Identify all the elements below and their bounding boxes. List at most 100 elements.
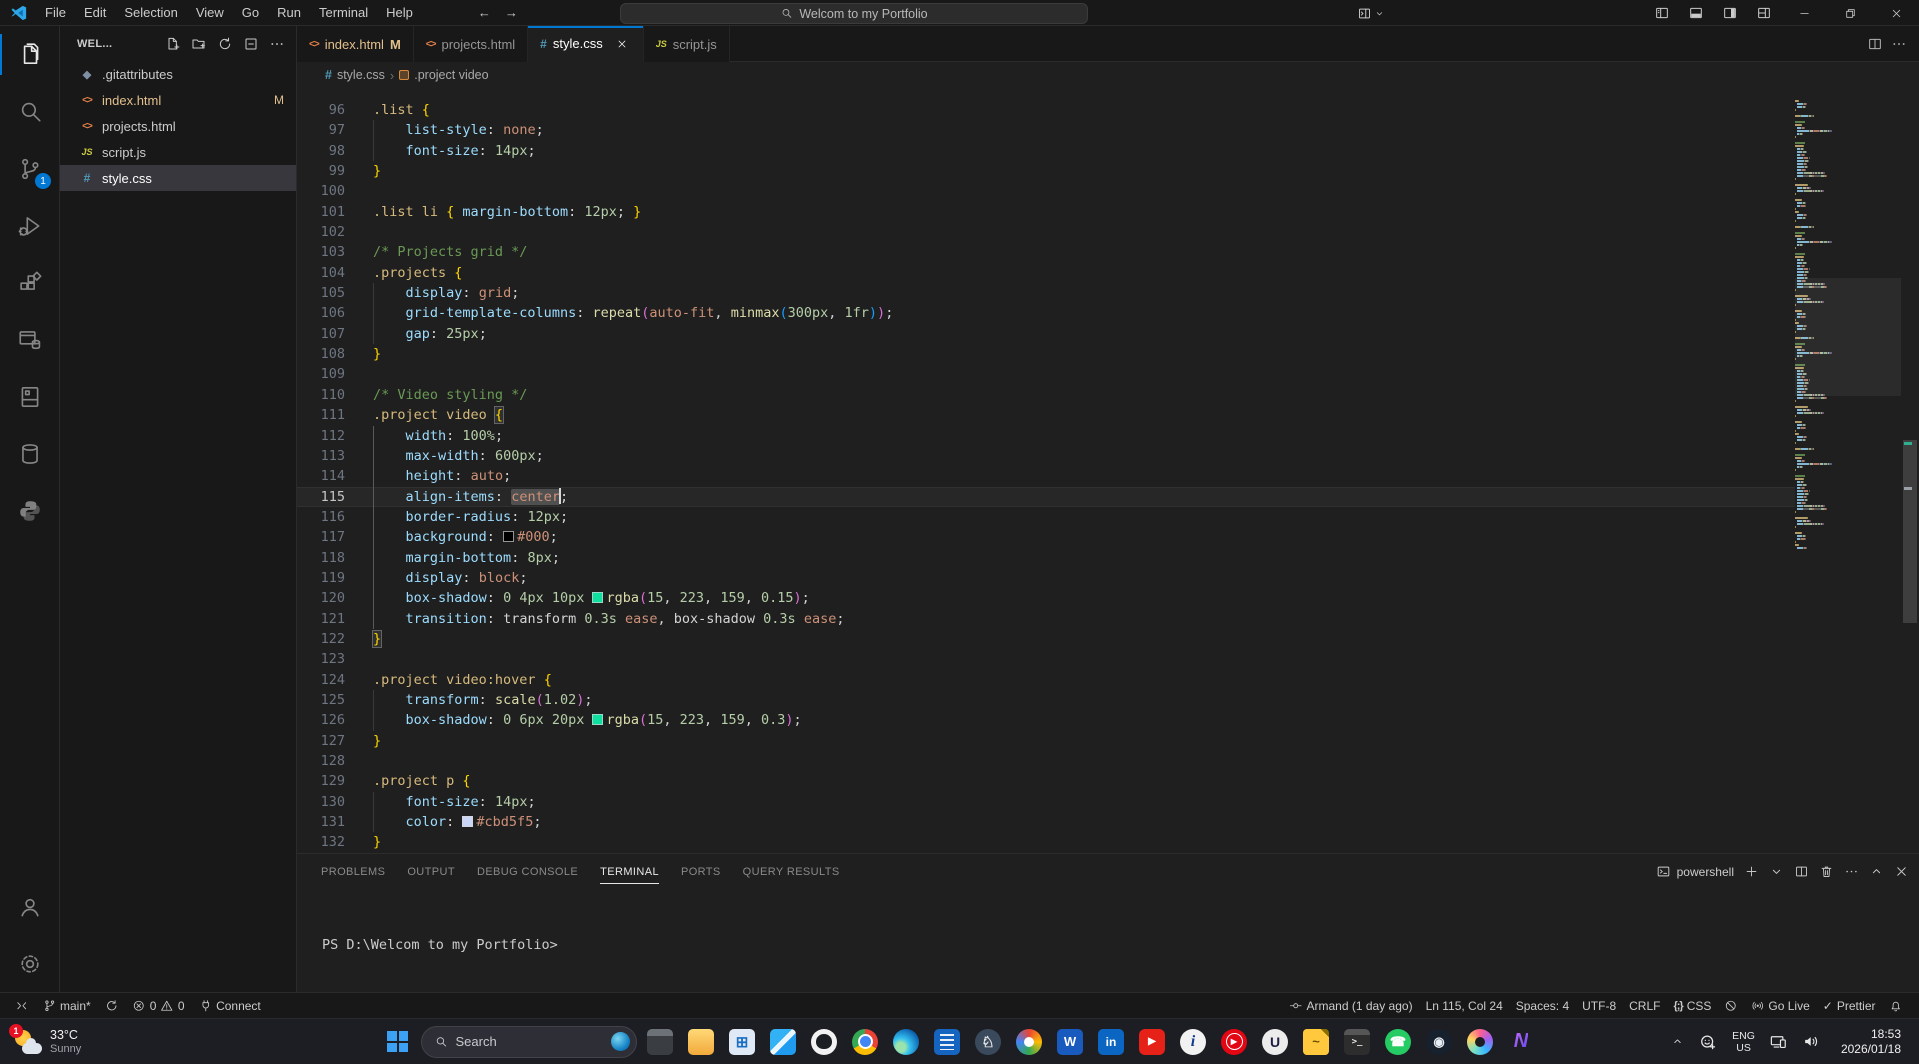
taskbar-app-vscode[interactable]	[763, 1020, 804, 1064]
sql-connect-status[interactable]: Connect	[194, 995, 266, 1017]
menu-file[interactable]: File	[36, 0, 75, 25]
menu-view[interactable]: View	[187, 0, 233, 25]
file-item-style.css[interactable]: #style.css	[60, 165, 296, 191]
encoding-status[interactable]: UTF-8	[1577, 995, 1621, 1017]
breadcrumb-file[interactable]: style.css	[337, 68, 385, 82]
notifications-bell[interactable]	[1884, 995, 1908, 1017]
weather-widget[interactable]: 1 33°C Sunny	[0, 1019, 95, 1064]
new-file-icon[interactable]	[162, 33, 184, 55]
activity-source-control-icon[interactable]: 1	[0, 140, 59, 197]
panel-tab-debug-console[interactable]: DEBUG CONSOLE	[477, 854, 578, 889]
split-editor-icon[interactable]	[1867, 36, 1883, 52]
activity-python-icon[interactable]	[0, 482, 59, 539]
activity-run-debug-icon[interactable]	[0, 197, 59, 254]
git-branch-status[interactable]: main*	[38, 995, 96, 1017]
taskbar-app-sticky-notes[interactable]: ~	[1296, 1020, 1337, 1064]
panel-tab-ports[interactable]: PORTS	[681, 854, 721, 889]
taskbar-app-purple-n-app[interactable]: N	[1501, 1020, 1542, 1064]
more-actions-icon[interactable]	[266, 33, 288, 55]
tab-projects.html[interactable]: <>projects.html	[414, 26, 528, 62]
taskbar-app-linkedin[interactable]: in	[1091, 1020, 1132, 1064]
menu-help[interactable]: Help	[377, 0, 422, 25]
editor-scrollbar[interactable]	[1901, 88, 1919, 853]
toggle-panel-button[interactable]	[1679, 0, 1713, 26]
language-indicator[interactable]: ENG US	[1726, 1024, 1761, 1060]
collapse-folders-icon[interactable]	[240, 33, 262, 55]
taskbar-app-copilot[interactable]	[1460, 1020, 1501, 1064]
activity-search-icon[interactable]	[0, 83, 59, 140]
activity-database-icon[interactable]	[0, 425, 59, 482]
taskbar-app-terminal[interactable]: >_	[1337, 1020, 1378, 1064]
panel-tab-output[interactable]: OUTPUT	[407, 854, 455, 889]
prettier-status[interactable]: ✓Prettier	[1818, 995, 1881, 1017]
taskbar-app-chess-app[interactable]: ♘	[968, 1020, 1009, 1064]
menu-go[interactable]: Go	[233, 0, 268, 25]
minimap[interactable]	[1795, 88, 1901, 853]
taskbar-app-youtube[interactable]: ▶	[1132, 1020, 1173, 1064]
git-blame-status[interactable]: Armand (1 day ago)	[1284, 995, 1418, 1017]
tab-close-icon[interactable]	[613, 35, 631, 53]
taskbar-app-info-app[interactable]: i	[1173, 1020, 1214, 1064]
menu-terminal[interactable]: Terminal	[310, 0, 377, 25]
taskbar-app-youtube-music[interactable]: ▶	[1214, 1020, 1255, 1064]
breadcrumb-symbol[interactable]: .project video	[414, 68, 488, 82]
tray-emoji-icon[interactable]	[1692, 1024, 1724, 1060]
customize-layout-button[interactable]	[1747, 0, 1781, 26]
nav-forward-icon[interactable]: →	[505, 5, 518, 20]
menu-run[interactable]: Run	[268, 0, 310, 25]
activity-mssql-icon[interactable]	[0, 311, 59, 368]
refresh-explorer-icon[interactable]	[214, 33, 236, 55]
new-terminal-icon[interactable]	[1744, 864, 1759, 879]
activity-explorer-icon[interactable]	[0, 26, 59, 83]
new-folder-icon[interactable]	[188, 33, 210, 55]
taskbar-app-file-explorer[interactable]	[681, 1020, 722, 1064]
taskbar-app-word[interactable]: W	[1050, 1020, 1091, 1064]
taskbar-app-edge[interactable]	[886, 1020, 927, 1064]
panel-tab-query-results[interactable]: QUERY RESULTS	[743, 854, 840, 889]
file-item-.gitattributes[interactable]: ◆.gitattributes	[60, 61, 296, 87]
close-panel-icon[interactable]	[1894, 864, 1909, 879]
taskbar-app-whatsapp[interactable]: ☎	[1378, 1020, 1419, 1064]
taskbar-search[interactable]: Search	[421, 1026, 637, 1058]
menu-selection[interactable]: Selection	[115, 0, 186, 25]
problems-status[interactable]: 00	[127, 995, 189, 1017]
window-close-button[interactable]	[1873, 0, 1919, 26]
taskbar-app-google-app[interactable]	[1009, 1020, 1050, 1064]
activity-extensions-icon[interactable]	[0, 254, 59, 311]
tab-script.js[interactable]: JSscript.js	[644, 26, 730, 62]
nav-back-icon[interactable]: ←	[478, 5, 491, 20]
explorer-section-title[interactable]: WEL...	[77, 38, 112, 50]
window-restore-button[interactable]	[1827, 0, 1873, 26]
activity-notebooks-icon[interactable]	[0, 368, 59, 425]
terminal-shell-chip[interactable]: powershell	[1656, 864, 1734, 879]
breadcrumb[interactable]: # style.css › .project video	[297, 62, 1919, 88]
toggle-primary-sidebar-button[interactable]	[1645, 0, 1679, 26]
cursor-position-status[interactable]: Ln 115, Col 24	[1421, 995, 1508, 1017]
language-mode-status[interactable]: {;}CSS	[1668, 995, 1716, 1017]
remote-layout-control[interactable]	[1357, 6, 1385, 21]
go-live-status[interactable]: Go Live	[1746, 995, 1815, 1017]
taskbar-app-ubisoft-connect[interactable]: U	[1255, 1020, 1296, 1064]
code-editor[interactable]: 96.list {97 list-style: none;98 font-siz…	[297, 88, 1795, 853]
toggle-secondary-sidebar-button[interactable]	[1713, 0, 1747, 26]
file-item-index.html[interactable]: <>index.htmlM	[60, 87, 296, 113]
eol-status[interactable]: CRLF	[1624, 995, 1665, 1017]
taskbar-app-steam[interactable]: ◉	[1419, 1020, 1460, 1064]
scrollbar-thumb[interactable]	[1903, 440, 1917, 624]
tray-network-cast-icon[interactable]	[1763, 1024, 1794, 1060]
file-item-projects.html[interactable]: <>projects.html	[60, 113, 296, 139]
maximize-panel-icon[interactable]	[1869, 864, 1884, 879]
editor-more-actions-icon[interactable]	[1891, 36, 1907, 52]
remote-indicator[interactable]	[10, 995, 34, 1017]
split-terminal-icon[interactable]	[1794, 864, 1809, 879]
command-center-search[interactable]: Welcom to my Portfolio	[620, 3, 1088, 24]
taskbar-app-chrome[interactable]	[845, 1020, 886, 1064]
taskbar-app-notebook-app[interactable]	[927, 1020, 968, 1064]
tab-style.css[interactable]: #style.css	[528, 26, 644, 62]
extension-disabled-status[interactable]	[1719, 995, 1743, 1017]
menu-edit[interactable]: Edit	[75, 0, 115, 25]
terminal-output[interactable]: PS D:\Welcom to my Portfolio>	[297, 889, 1919, 953]
panel-tab-terminal[interactable]: TERMINAL	[600, 854, 659, 889]
window-minimize-button[interactable]	[1781, 0, 1827, 26]
activity-settings-icon[interactable]	[0, 935, 59, 992]
